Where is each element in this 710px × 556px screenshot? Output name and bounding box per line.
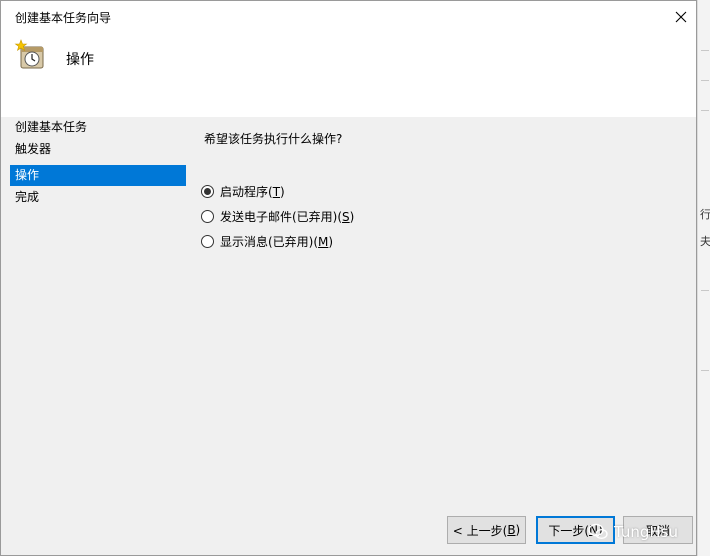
task-clock-icon xyxy=(14,39,44,69)
background-divider xyxy=(701,80,709,81)
radio-button[interactable] xyxy=(201,209,214,223)
create-basic-task-wizard: 创建基本任务向导 操作 创建基本任务 触发器 操作 完成 希望该任务执行什么操作… xyxy=(0,0,697,556)
wizard-footer: < 上一步(B) 下一步(N) 取消 xyxy=(1,497,696,556)
back-button[interactable]: < 上一步(B) xyxy=(447,516,526,544)
radio-display-message[interactable]: 显示消息(已弃用)(M) xyxy=(201,232,333,250)
window-title: 创建基本任务向导 xyxy=(15,11,112,25)
step-finish[interactable]: 完成 xyxy=(10,187,186,208)
background-text: 夫 xyxy=(700,235,710,248)
background-divider xyxy=(701,290,709,291)
radio-button[interactable] xyxy=(201,234,214,248)
page-title: 操作 xyxy=(66,52,94,68)
radio-label: 显示消息(已弃用)(M) xyxy=(220,234,334,249)
radio-start-program[interactable]: 启动程序(T) xyxy=(201,182,285,200)
background-divider xyxy=(701,50,709,51)
step-create-basic-task[interactable]: 创建基本任务 xyxy=(10,117,186,138)
close-icon xyxy=(675,11,687,22)
background-divider xyxy=(701,370,709,371)
wizard-header: 操作 xyxy=(1,32,696,117)
cancel-button[interactable]: 取消 xyxy=(623,516,693,544)
step-action[interactable]: 操作 xyxy=(10,165,186,186)
action-panel: 希望该任务执行什么操作? 启动程序(T) 发送电子邮件(已弃用)(S) 显示消息… xyxy=(191,117,696,497)
next-button[interactable]: 下一步(N) xyxy=(536,516,615,544)
radio-label: 启动程序(T) xyxy=(220,184,285,199)
background-text: 行 xyxy=(700,208,710,221)
radio-button[interactable] xyxy=(201,184,214,198)
background-divider xyxy=(701,110,709,111)
background-window-edge: 行 夫 xyxy=(697,0,710,556)
radio-label: 发送电子邮件(已弃用)(S) xyxy=(220,209,355,224)
title-bar: 创建基本任务向导 xyxy=(1,1,696,32)
close-button[interactable] xyxy=(666,1,696,32)
question-label: 希望该任务执行什么操作? xyxy=(204,132,343,146)
wizard-steps: 创建基本任务 触发器 操作 完成 xyxy=(1,117,191,497)
radio-send-email[interactable]: 发送电子邮件(已弃用)(S) xyxy=(201,207,354,225)
step-trigger[interactable]: 触发器 xyxy=(10,139,186,160)
